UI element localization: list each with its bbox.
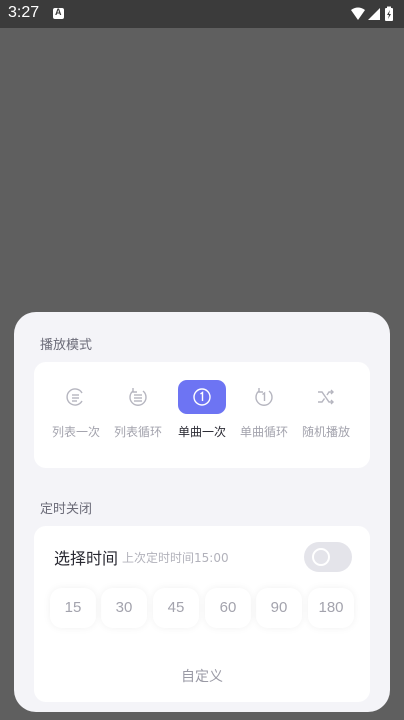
list-loop-icon — [129, 388, 147, 406]
mode-icon-container — [240, 380, 288, 414]
list-once-icon — [66, 388, 83, 406]
toggle-knob — [312, 548, 330, 566]
status-bar: 3:27 — [0, 0, 404, 28]
mode-label: 单曲循环 — [239, 425, 288, 439]
select-time-label: 选择时间 — [54, 549, 119, 568]
mode-list-loop[interactable]: 列表循环 — [108, 380, 168, 450]
screen: 3:27 播放模式 — [0, 0, 404, 720]
minute-option[interactable]: 15 — [50, 588, 96, 628]
minute-option[interactable]: 60 — [205, 588, 251, 628]
play-mode-title: 播放模式 — [40, 338, 93, 353]
bottom-sheet: 播放模式 列表一次 列表循环 单曲一次 单曲循环 随机播放 定时关闭 选择时间 … — [14, 312, 390, 712]
play-mode-card: 列表一次 列表循环 单曲一次 单曲循环 随机播放 — [34, 362, 370, 468]
timer-toggle[interactable] — [304, 542, 352, 572]
mode-label: 列表一次 — [51, 425, 100, 439]
minute-option[interactable]: 30 — [101, 588, 147, 628]
custom-time-button[interactable]: 自定义 — [34, 666, 370, 686]
wifi-icon — [351, 7, 365, 20]
play-mode-options: 列表一次 列表循环 单曲一次 单曲循环 随机播放 — [34, 362, 370, 468]
mode-icon-container — [114, 380, 162, 414]
timer-card: 选择时间 上次定时时间15:00 15 30 45 60 90 180 自定义 — [34, 526, 370, 702]
minute-option[interactable]: 45 — [153, 588, 199, 628]
mode-single-once[interactable]: 单曲一次 — [172, 380, 232, 450]
signal-icon — [368, 8, 380, 20]
mode-icon-container — [52, 380, 100, 414]
mode-icon-container — [302, 380, 350, 414]
single-loop-icon — [255, 388, 273, 406]
last-time-hint: 上次定时时间15:00 — [122, 551, 229, 565]
mode-single-loop[interactable]: 单曲循环 — [234, 380, 294, 450]
notification-a-icon — [53, 7, 64, 19]
shuffle-icon — [318, 389, 334, 405]
status-icons — [350, 6, 396, 22]
battery-charging-icon — [385, 6, 393, 21]
mode-shuffle[interactable]: 随机播放 — [296, 380, 356, 450]
timer-title: 定时关闭 — [40, 502, 93, 517]
minute-option[interactable]: 180 — [308, 588, 354, 628]
mode-label: 单曲一次 — [177, 425, 226, 439]
mode-list-once[interactable]: 列表一次 — [46, 380, 106, 450]
status-time: 3:27 — [8, 4, 40, 21]
mode-label: 随机播放 — [301, 425, 350, 439]
mode-label: 列表循环 — [113, 425, 162, 439]
single-once-icon — [193, 388, 211, 406]
mode-icon-container — [178, 380, 226, 414]
minute-option[interactable]: 90 — [256, 588, 302, 628]
